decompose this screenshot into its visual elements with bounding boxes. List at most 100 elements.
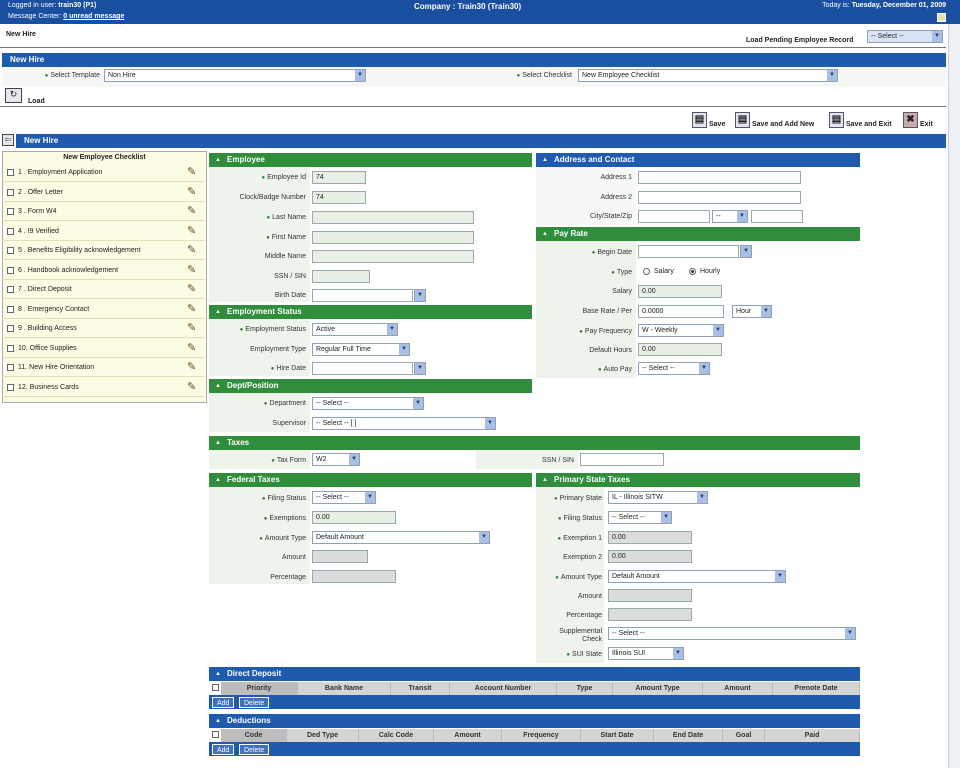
exit-button[interactable]: ✖ Exit bbox=[903, 112, 933, 128]
department-select[interactable]: -- Select -- bbox=[312, 397, 424, 410]
save-button[interactable]: ▤ Save bbox=[692, 112, 725, 128]
exemption2-input[interactable]: 0.00 bbox=[608, 550, 692, 563]
column-header[interactable]: Bank Name bbox=[298, 682, 391, 695]
ssn-input[interactable] bbox=[312, 270, 370, 283]
checklist-checkbox[interactable] bbox=[7, 286, 14, 293]
edit-pencil-icon[interactable]: ✎ bbox=[187, 322, 199, 334]
checklist-checkbox[interactable] bbox=[7, 169, 14, 176]
direct-deposit-select-all[interactable] bbox=[212, 684, 219, 691]
checklist-checkbox[interactable] bbox=[7, 325, 14, 332]
tax-form-select[interactable]: W2 bbox=[312, 453, 360, 466]
edit-pencil-icon[interactable]: ✎ bbox=[187, 381, 199, 393]
checklist-checkbox[interactable] bbox=[7, 305, 14, 313]
close-icon[interactable] bbox=[937, 13, 946, 22]
primary-state-select[interactable]: IL - Illinois SITW bbox=[608, 491, 708, 504]
checklist-checkbox[interactable] bbox=[7, 247, 14, 254]
federal-percentage-input[interactable] bbox=[312, 570, 396, 583]
sui-state-select[interactable]: Illinois SUI bbox=[608, 647, 684, 660]
direct-deposit-delete-button[interactable]: Delete bbox=[239, 697, 270, 708]
template-select[interactable]: Non Hire bbox=[104, 69, 366, 82]
last-name-input[interactable] bbox=[312, 211, 474, 224]
column-header[interactable]: Start Date bbox=[581, 729, 654, 742]
begin-date-input[interactable] bbox=[638, 245, 739, 258]
edit-pencil-icon[interactable]: ✎ bbox=[187, 303, 199, 315]
column-header[interactable]: Frequency bbox=[502, 729, 581, 742]
state-filing-select[interactable]: -- Select -- bbox=[608, 511, 672, 524]
column-header[interactable]: Goal bbox=[723, 729, 765, 742]
column-header[interactable]: Amount bbox=[703, 682, 773, 695]
taxes-ssn-input[interactable] bbox=[580, 453, 664, 466]
middle-name-input[interactable] bbox=[312, 250, 474, 263]
federal-filing-select[interactable]: -- Select -- bbox=[312, 491, 376, 504]
hourly-radio[interactable] bbox=[689, 268, 696, 275]
auto-pay-select[interactable]: -- Select -- bbox=[638, 362, 710, 375]
edit-pencil-icon[interactable]: ✎ bbox=[187, 342, 199, 354]
column-header[interactable]: End Date bbox=[654, 729, 723, 742]
first-name-input[interactable] bbox=[312, 231, 474, 244]
edit-pencil-icon[interactable]: ✎ bbox=[187, 244, 199, 256]
hire-date-input[interactable] bbox=[312, 362, 413, 375]
edit-pencil-icon[interactable]: ✎ bbox=[187, 225, 199, 237]
default-hours-input[interactable]: 0.00 bbox=[638, 343, 722, 356]
employment-status-select[interactable]: Active bbox=[312, 323, 398, 336]
checklist-checkbox[interactable] bbox=[7, 364, 14, 371]
edit-pencil-icon[interactable]: ✎ bbox=[187, 166, 199, 178]
federal-amount-type-select[interactable]: Default Amount bbox=[312, 531, 490, 544]
address2-input[interactable] bbox=[638, 191, 801, 204]
state-select[interactable]: -- bbox=[712, 210, 748, 223]
column-header[interactable]: Amount bbox=[434, 729, 502, 742]
deductions-delete-button[interactable]: Delete bbox=[239, 744, 270, 755]
salary-input[interactable]: 0.00 bbox=[638, 285, 722, 298]
checklist-checkbox[interactable] bbox=[7, 227, 14, 235]
birth-date-picker[interactable] bbox=[414, 289, 426, 302]
column-header[interactable]: Calc Code bbox=[359, 729, 434, 742]
checklist-checkbox[interactable] bbox=[7, 208, 14, 215]
pay-frequency-select[interactable]: W - Weekly bbox=[638, 324, 724, 337]
federal-exemptions-input[interactable]: 0.00 bbox=[312, 511, 396, 524]
checklist-checkbox[interactable] bbox=[7, 188, 14, 196]
save-add-new-button[interactable]: ▤ Save and Add New bbox=[735, 112, 814, 128]
supplemental-check-select[interactable]: -- Select -- bbox=[608, 627, 856, 640]
unread-messages-link[interactable]: 0 unread message bbox=[63, 13, 124, 20]
deductions-select-all[interactable] bbox=[212, 731, 219, 738]
rate-per-select[interactable]: Hour bbox=[732, 305, 772, 318]
base-rate-input[interactable]: 0.0000 bbox=[638, 305, 724, 318]
save-exit-button[interactable]: ▤ Save and Exit bbox=[829, 112, 892, 128]
state-amount-type-select[interactable]: Default Amount bbox=[608, 570, 786, 583]
edit-pencil-icon[interactable]: ✎ bbox=[187, 264, 199, 276]
state-amount-input[interactable] bbox=[608, 589, 692, 602]
column-header[interactable]: Type bbox=[557, 682, 613, 695]
supervisor-select[interactable]: -- Select -- [ ] bbox=[312, 417, 496, 430]
column-header[interactable]: Amount Type bbox=[613, 682, 703, 695]
clock-badge-input[interactable]: 74 bbox=[312, 191, 366, 204]
state-percentage-input[interactable] bbox=[608, 608, 692, 621]
column-header[interactable]: Priority bbox=[221, 682, 298, 695]
exemption1-input[interactable]: 0.00 bbox=[608, 531, 692, 544]
checklist-select[interactable]: New Employee Checklist bbox=[578, 69, 838, 82]
edit-pencil-icon[interactable]: ✎ bbox=[187, 361, 199, 373]
salary-radio[interactable] bbox=[643, 268, 650, 275]
column-header[interactable]: Prenote Date bbox=[773, 682, 860, 695]
hire-date-picker[interactable] bbox=[414, 362, 426, 375]
edit-pencil-icon[interactable]: ✎ bbox=[187, 283, 199, 295]
employment-type-select[interactable]: Regular Full Time bbox=[312, 343, 410, 356]
edit-pencil-icon[interactable]: ✎ bbox=[187, 186, 199, 198]
edit-pencil-icon[interactable]: ✎ bbox=[187, 205, 199, 217]
employee-id-input[interactable]: 74 bbox=[312, 171, 366, 184]
collapse-icon[interactable]: ⇦ bbox=[2, 134, 14, 146]
federal-amount-input[interactable] bbox=[312, 550, 368, 563]
column-header[interactable]: Code bbox=[221, 729, 287, 742]
direct-deposit-add-button[interactable]: Add bbox=[212, 697, 235, 708]
deductions-add-button[interactable]: Add bbox=[212, 744, 235, 755]
column-header[interactable]: Ded Type bbox=[287, 729, 359, 742]
checklist-checkbox[interactable] bbox=[7, 344, 14, 352]
page-scrollbar[interactable] bbox=[948, 24, 960, 768]
column-header[interactable]: Account Number bbox=[450, 682, 557, 695]
load-button[interactable]: Load bbox=[28, 98, 45, 105]
column-header[interactable]: Transit bbox=[391, 682, 450, 695]
address1-input[interactable] bbox=[638, 171, 801, 184]
birth-date-input[interactable] bbox=[312, 289, 413, 302]
zip-input[interactable] bbox=[751, 210, 803, 223]
load-pending-select[interactable]: -- Select -- bbox=[867, 30, 943, 43]
checklist-checkbox[interactable] bbox=[7, 266, 14, 274]
